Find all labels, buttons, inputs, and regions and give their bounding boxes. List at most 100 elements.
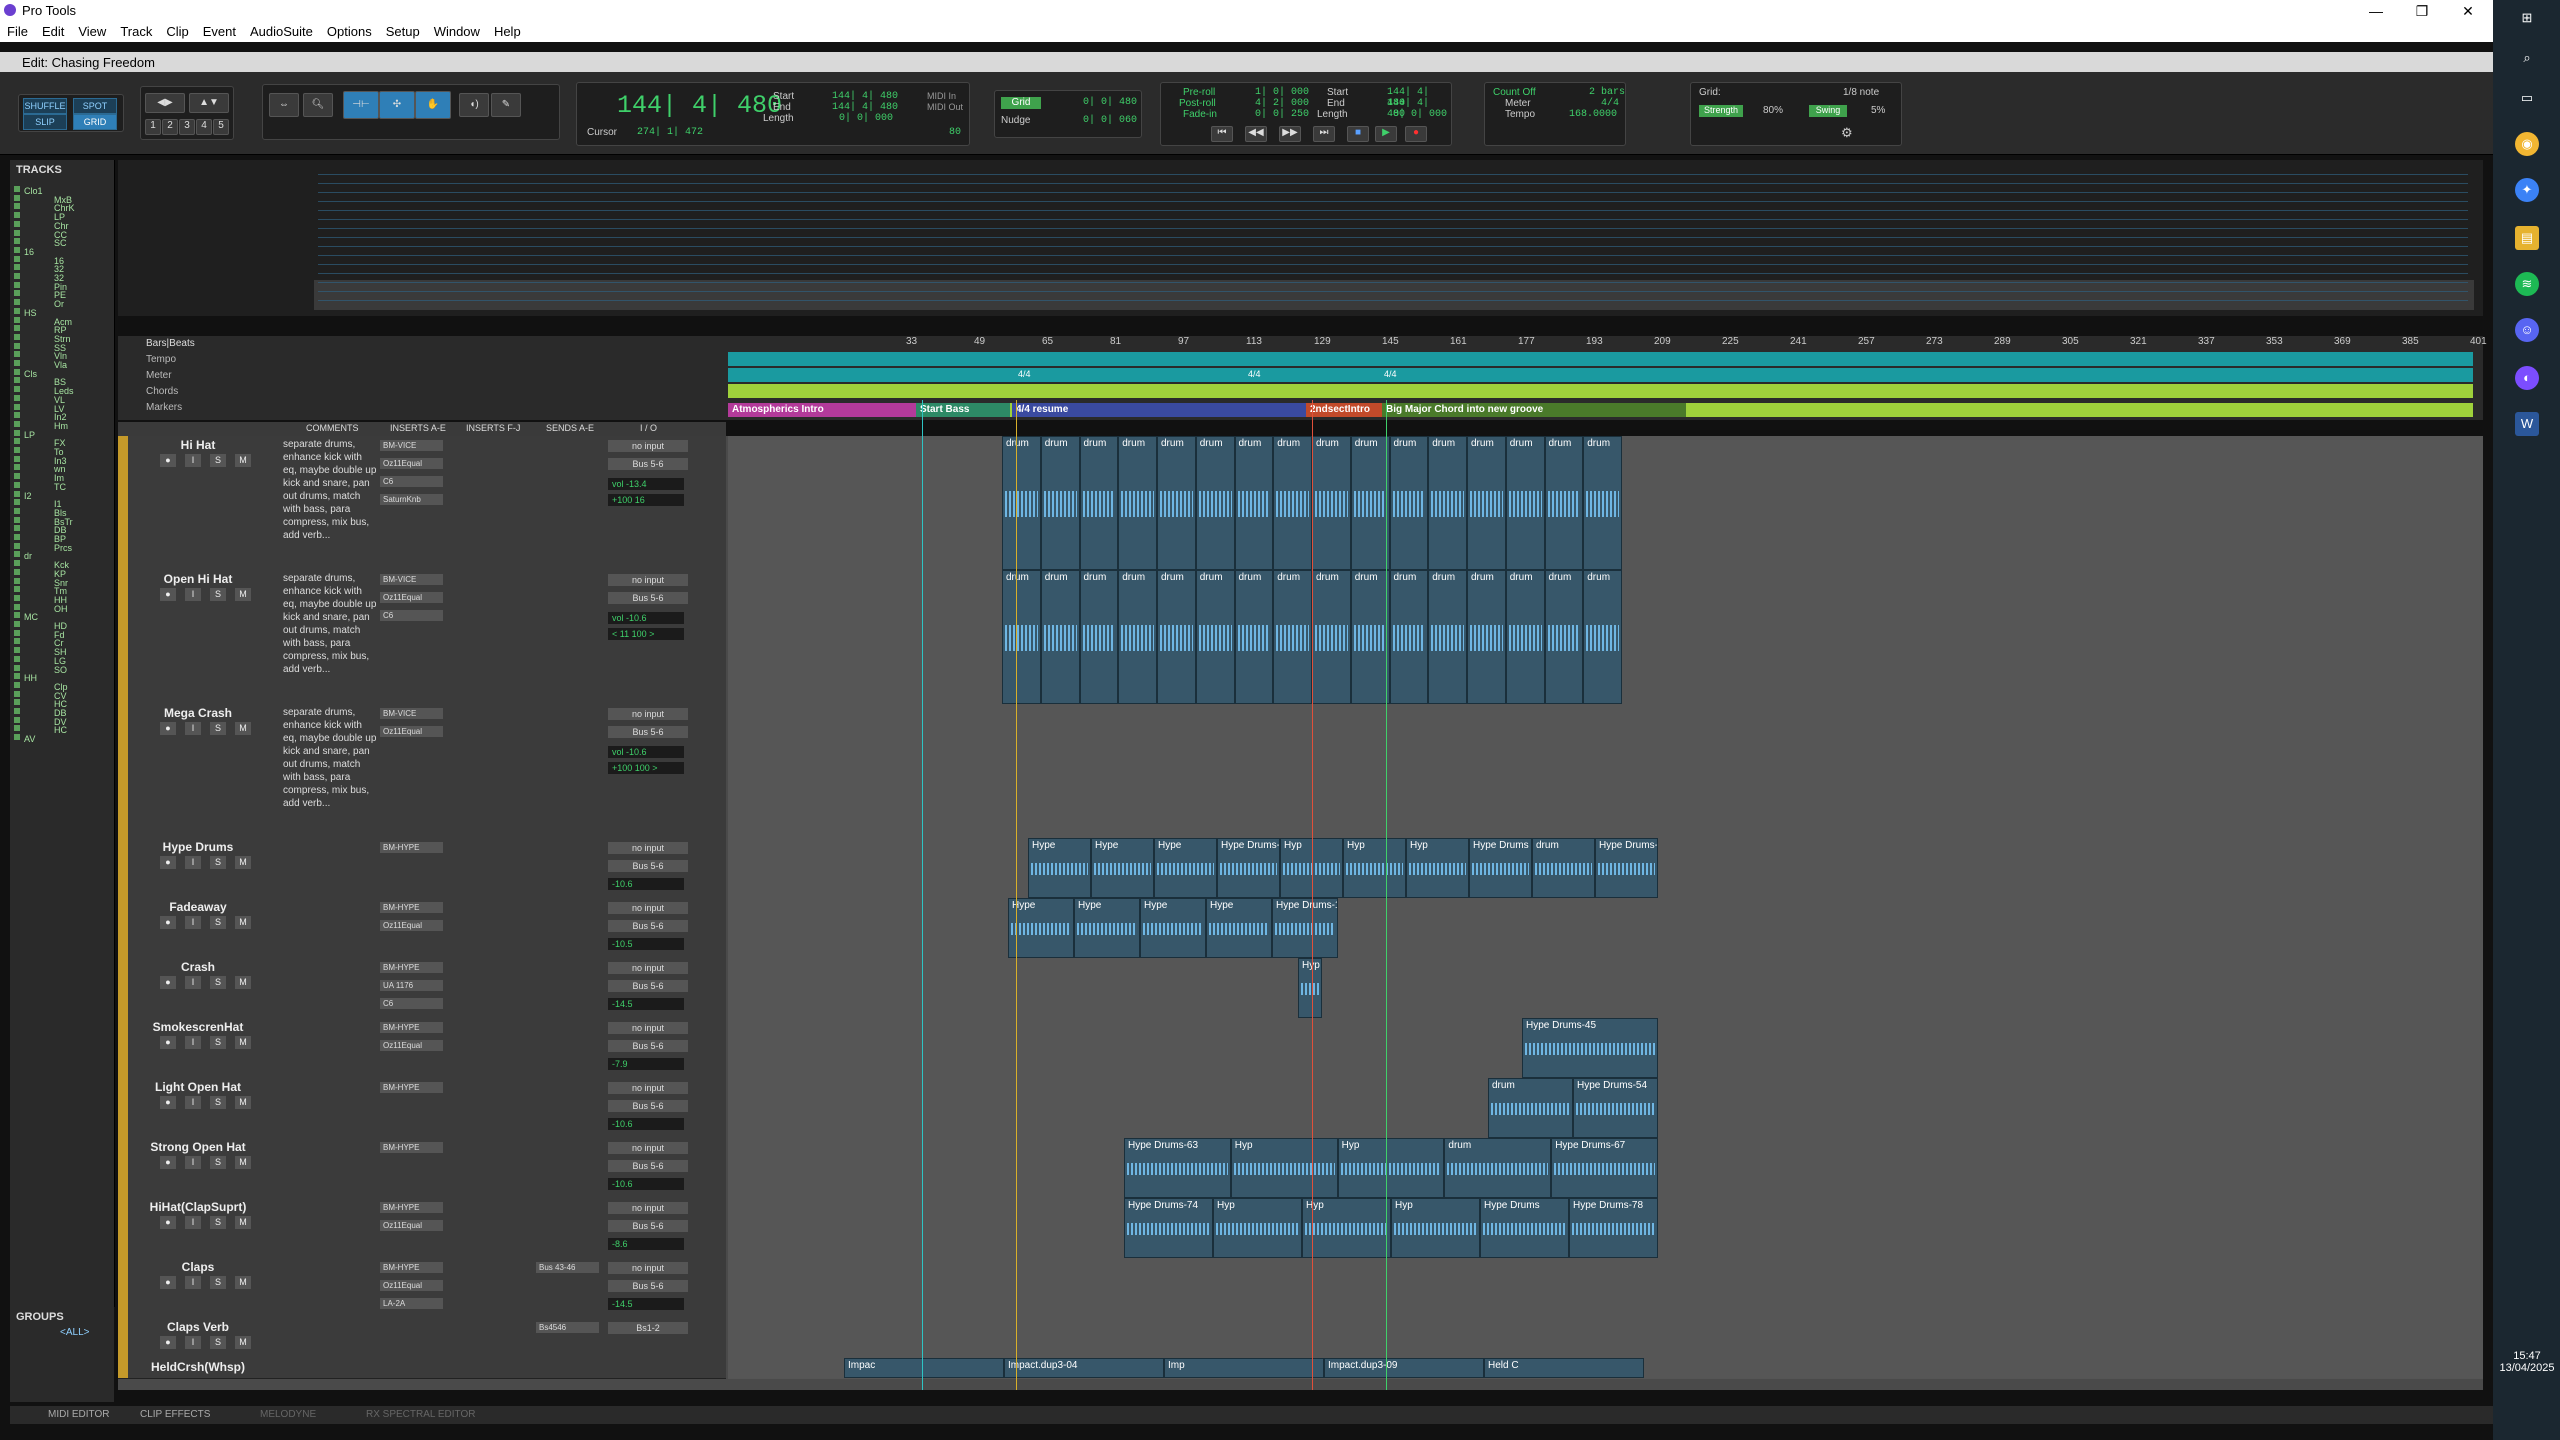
length2-value[interactable]: 0| 0| 000	[1393, 109, 1447, 120]
send-slot[interactable]: Bus 43-46	[536, 1262, 599, 1273]
tracklist-item[interactable]: Strn	[10, 333, 110, 344]
track-rec-button[interactable]: ●	[160, 1216, 176, 1229]
word-icon[interactable]: W	[2515, 412, 2539, 436]
tracklist-item[interactable]: AV	[10, 734, 110, 744]
marker-4-4-resume[interactable]: 4/4 resume	[1012, 403, 1306, 417]
audio-clip[interactable]: drum	[1234, 436, 1274, 570]
grid-mode-button[interactable]: GRID	[73, 114, 117, 130]
track-name[interactable]: Fadeaway	[138, 900, 258, 914]
track-visible-icon[interactable]	[14, 186, 20, 192]
audio-clip[interactable]: drum	[1505, 436, 1545, 570]
bars-ruler-row[interactable]: 33 49 65 81 97 113 129 145 161 177 193 209 225 241 257…	[728, 336, 2555, 350]
input-selector[interactable]: no input	[608, 440, 688, 452]
spotify-icon[interactable]: ≋	[2515, 272, 2539, 296]
tracklist-item[interactable]: 16	[10, 255, 110, 266]
grabber-tool-icon[interactable]: ✋	[415, 91, 451, 119]
audio-clip[interactable]: drum	[1444, 1138, 1552, 1198]
track-visible-icon[interactable]	[14, 264, 20, 271]
track-input-button[interactable]: I	[185, 1336, 201, 1349]
tracklist-item[interactable]: LV	[10, 403, 110, 414]
nudge-label[interactable]: Nudge	[1001, 115, 1030, 126]
tracklist-item[interactable]: Chr	[10, 220, 110, 231]
audio-clip[interactable]: drum	[1195, 436, 1235, 570]
track-visible-icon[interactable]	[14, 194, 20, 201]
menu-window[interactable]: Window	[427, 22, 487, 41]
audio-clip[interactable]: Hyp	[1302, 1198, 1391, 1258]
tracklist-item[interactable]: Hm	[10, 420, 110, 431]
track-visible-icon[interactable]	[14, 299, 20, 306]
strength-toggle[interactable]: Strength	[1699, 105, 1743, 117]
track-rec-button[interactable]: ●	[160, 454, 176, 467]
tracklist-item[interactable]: SC	[10, 238, 110, 248]
track-mute-button[interactable]: M	[235, 916, 251, 929]
return-to-zero-icon[interactable]: ⏮	[1211, 126, 1233, 142]
track-mute-button[interactable]: M	[235, 1156, 251, 1169]
volume-readout[interactable]: -10.5	[608, 938, 684, 950]
track-visible-icon[interactable]	[14, 534, 20, 540]
insert-slot[interactable]: BM-HYPE	[380, 962, 443, 973]
track-visible-icon[interactable]	[14, 664, 20, 671]
stop-icon[interactable]: ■	[1347, 126, 1369, 142]
track-visible-icon[interactable]	[14, 551, 20, 558]
audio-clip[interactable]: drum	[1583, 570, 1622, 704]
tracklist-item[interactable]: Cls	[10, 368, 110, 379]
track-playlist-lane[interactable]	[728, 1258, 2483, 1319]
output-selector[interactable]: Bus 5-6	[608, 1160, 688, 1172]
volume-readout[interactable]: vol -13.4	[608, 478, 684, 490]
swing-value[interactable]: 5%	[1871, 105, 1885, 116]
tracklist-item[interactable]: Clo1	[10, 186, 110, 196]
track-visible-icon[interactable]	[14, 516, 20, 523]
input-selector[interactable]: no input	[608, 708, 688, 720]
track-header[interactable]: Open Hi Hat ● I S Mseparate drums, enhance k…	[118, 570, 726, 705]
tracklist-item[interactable]: FX	[10, 438, 110, 448]
track-visible-icon[interactable]	[14, 290, 20, 297]
pencil-tool-icon[interactable]: ✎	[491, 93, 521, 117]
track-visible-icon[interactable]	[14, 412, 20, 419]
start-value[interactable]: 144| 4| 480	[832, 91, 898, 102]
track-visible-icon[interactable]	[14, 681, 20, 688]
input-selector[interactable]: no input	[608, 574, 688, 586]
track-header[interactable]: Hype Drums ● I S M BM-HYPE no input Bus 5-6 -10.…	[118, 838, 726, 899]
track-visible-icon[interactable]	[14, 725, 20, 732]
track-visible-icon[interactable]	[14, 351, 20, 358]
scrubber-tool-icon[interactable]: ◖)	[459, 93, 489, 117]
tracklist-item[interactable]: RP	[10, 325, 110, 335]
audio-clip[interactable]: Imp	[1164, 1358, 1324, 1378]
meter-mark-3[interactable]: 4/4	[1384, 369, 1397, 379]
slip-mode-button[interactable]: SLIP	[23, 114, 67, 130]
input-selector[interactable]: no input	[608, 1202, 688, 1214]
tracklist-item[interactable]: LG	[10, 655, 110, 666]
track-solo-button[interactable]: S	[210, 1156, 226, 1169]
audio-clip[interactable]: drum	[1002, 436, 1041, 570]
track-visible-icon[interactable]	[14, 490, 20, 497]
input-selector[interactable]: no input	[608, 1262, 688, 1274]
menu-options[interactable]: Options	[320, 22, 379, 41]
minimize-button[interactable]: —	[2353, 0, 2399, 22]
audio-clip[interactable]: Hyp	[1391, 1198, 1480, 1258]
audio-clip[interactable]: Hyp	[1337, 1138, 1445, 1198]
audio-clip[interactable]: drum	[1389, 570, 1429, 704]
grid-value[interactable]: 0| 0| 480	[1083, 97, 1137, 108]
volume-readout[interactable]: -10.6	[608, 878, 684, 890]
insert-slot[interactable]: BM-VICE	[380, 708, 443, 719]
track-name[interactable]: Claps Verb	[138, 1320, 258, 1334]
track-name[interactable]: Claps	[138, 1260, 258, 1274]
tracklist-item[interactable]: HC	[10, 725, 110, 735]
track-visible-icon[interactable]	[14, 429, 20, 436]
tracklist-item[interactable]: Vln	[10, 351, 110, 361]
output-selector[interactable]: Bus 5-6	[608, 592, 688, 604]
swing-toggle[interactable]: Swing	[1809, 105, 1847, 117]
track-playlist-lane[interactable]: drum drum drum drum drum drum drum drum drum drum…	[728, 570, 2483, 705]
track-input-button[interactable]: I	[185, 1276, 201, 1289]
track-rec-button[interactable]: ●	[160, 588, 176, 601]
track-header[interactable]: HiHat(ClapSuprt) ● I S M BM-HYPE Oz11Equal no i…	[118, 1198, 726, 1259]
tracklist-item[interactable]: To	[10, 447, 110, 457]
insert-slot[interactable]: BM-HYPE	[380, 842, 443, 853]
input-selector[interactable]: no input	[608, 1022, 688, 1034]
track-visible-icon[interactable]	[14, 455, 20, 462]
track-playlist-lane[interactable]: Hype Drums-45	[728, 1018, 2483, 1079]
tracklist-item[interactable]: Clp	[10, 681, 110, 692]
track-visible-icon[interactable]	[14, 281, 20, 288]
track-visible-icon[interactable]	[14, 586, 20, 593]
audio-clip[interactable]: Hyp	[1230, 1138, 1338, 1198]
